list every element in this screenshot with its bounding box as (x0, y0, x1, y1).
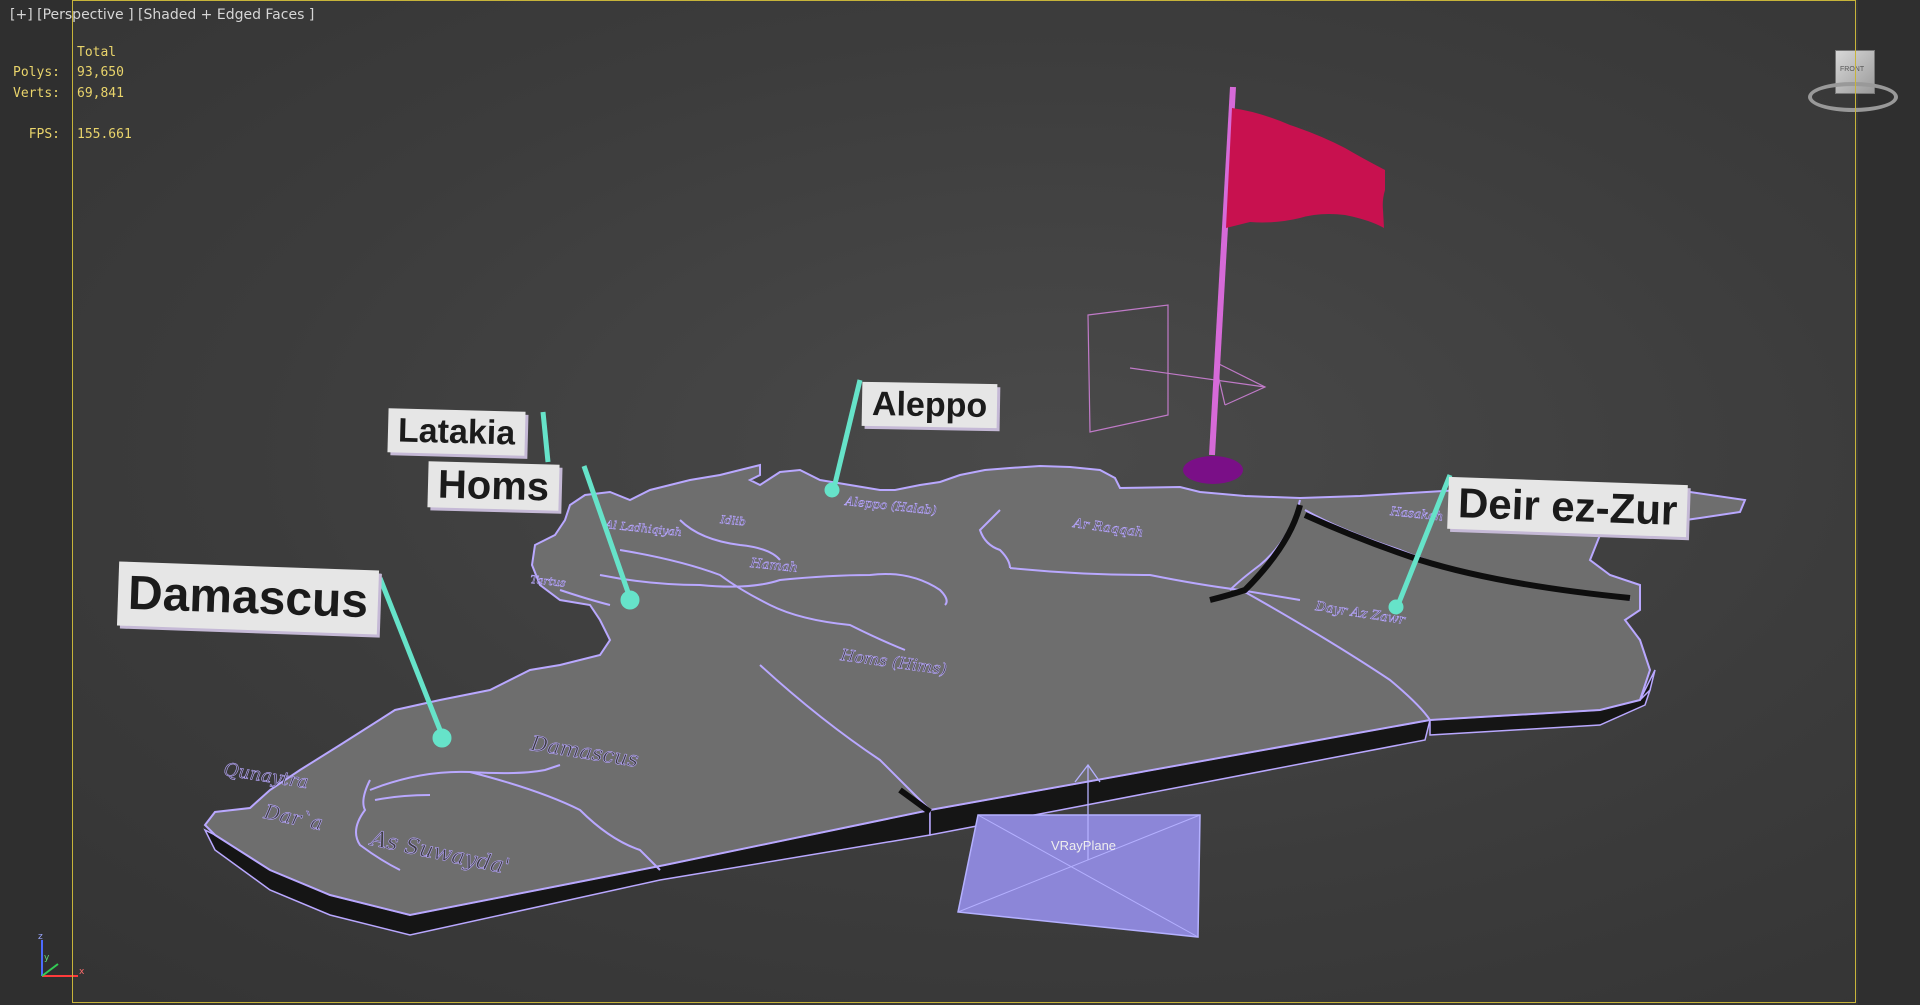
city-label-latakia[interactable]: Latakia (387, 408, 526, 456)
axis-tripod: z y x (38, 932, 85, 977)
city-label-deir[interactable]: Deir ez-Zur (1447, 476, 1689, 538)
viewcube[interactable]: FRONT (1808, 50, 1900, 120)
city-label-aleppo[interactable]: Aleppo (861, 381, 998, 429)
viewcube-face-label: FRONT (1840, 66, 1865, 73)
flag-object[interactable] (1183, 86, 1385, 484)
light-gizmo[interactable] (1087, 304, 1267, 433)
axis-z-label: z (38, 932, 43, 942)
vrayplane-label: VRayPlane (1051, 838, 1117, 853)
pin-deir (1388, 599, 1404, 615)
city-label-damascus[interactable]: Damascus (116, 561, 380, 635)
region-label-quneitra: Qunaytra (222, 759, 310, 793)
pin-damascus (432, 728, 452, 748)
pin-aleppo (824, 482, 840, 498)
viewport[interactable]: [+] [Perspective ] [Shaded + Edged Faces… (0, 0, 1920, 1005)
region-label-idlib: Idlib (719, 513, 747, 529)
region-label-tartus: Tartus (530, 573, 567, 590)
pin-homs (620, 590, 640, 610)
axis-x-label: x (79, 967, 85, 977)
city-label-homs[interactable]: Homs (427, 461, 560, 511)
axis-y-label: y (44, 953, 50, 963)
viewcube-compass-ring[interactable] (1808, 82, 1898, 112)
